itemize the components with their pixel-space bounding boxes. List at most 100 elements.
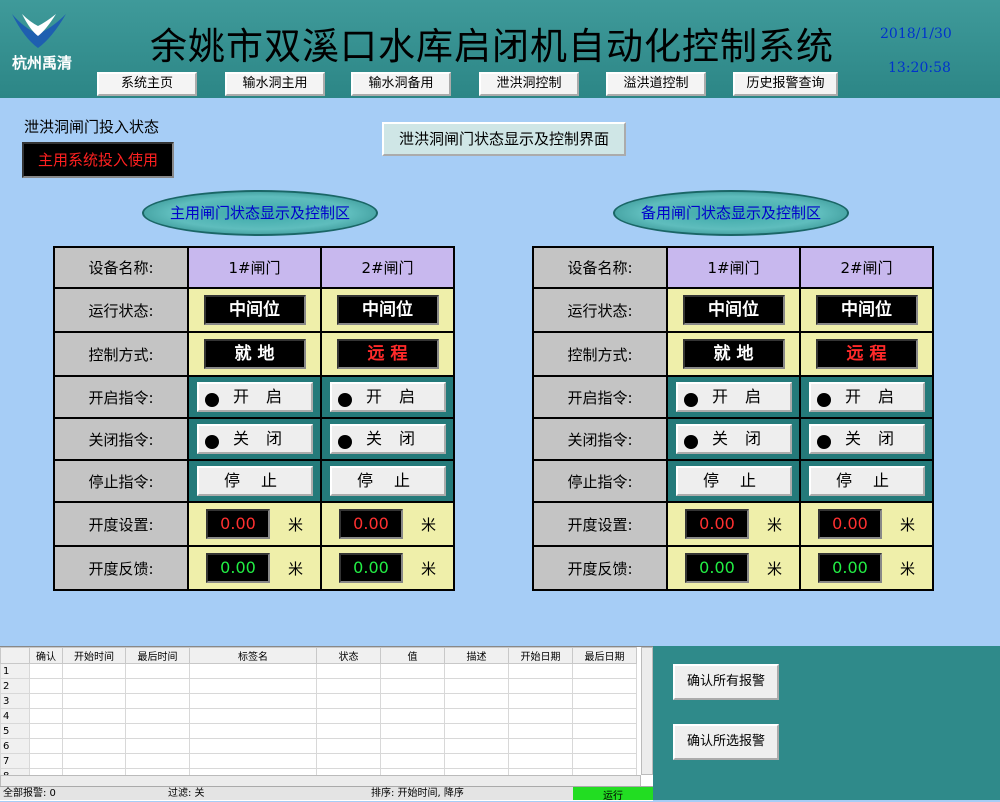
alarm-cell[interactable] xyxy=(189,693,317,709)
alarm-cell[interactable] xyxy=(316,723,381,739)
alarm-cell[interactable] xyxy=(572,693,637,709)
alarm-cell[interactable] xyxy=(508,663,573,679)
alarm-vertical-scrollbar[interactable] xyxy=(641,647,653,775)
alarm-cell[interactable] xyxy=(508,678,573,694)
alarm-cell[interactable] xyxy=(29,738,63,754)
alarm-cell[interactable] xyxy=(572,738,637,754)
ack-selected-alarms-button[interactable]: 确认所选报警 xyxy=(673,724,779,760)
ack-all-alarms-button[interactable]: 确认所有报警 xyxy=(673,664,779,700)
alarm-column-header[interactable]: 标签名 xyxy=(189,647,317,664)
stop-command-button[interactable]: 停 止 xyxy=(196,466,313,496)
alarm-cell[interactable] xyxy=(29,678,63,694)
alarm-cell[interactable] xyxy=(380,678,445,694)
alarm-cell[interactable] xyxy=(316,678,381,694)
alarm-cell[interactable] xyxy=(62,693,126,709)
alarm-cell[interactable] xyxy=(125,723,190,739)
opening-setpoint-input[interactable]: 0.00 xyxy=(205,509,270,539)
alarm-cell[interactable] xyxy=(316,738,381,754)
alarm-cell[interactable] xyxy=(444,753,509,769)
opening-setpoint-input[interactable]: 0.00 xyxy=(817,509,882,539)
alarm-cell[interactable] xyxy=(444,708,509,724)
alarm-cell[interactable] xyxy=(62,663,126,679)
alarm-cell[interactable] xyxy=(62,738,126,754)
alarm-cell[interactable] xyxy=(189,738,317,754)
alarm-cell[interactable] xyxy=(125,753,190,769)
alarm-cell[interactable] xyxy=(380,753,445,769)
alarm-cell[interactable] xyxy=(62,678,126,694)
alarm-cell[interactable] xyxy=(380,738,445,754)
alarm-cell[interactable] xyxy=(572,753,637,769)
alarm-column-header[interactable]: 确认 xyxy=(29,647,63,664)
opening-setpoint-input[interactable]: 0.00 xyxy=(684,509,749,539)
nav-outlet-backup-button[interactable]: 输水洞备用 xyxy=(351,72,451,96)
alarm-cell[interactable] xyxy=(380,723,445,739)
alarm-cell[interactable] xyxy=(189,723,317,739)
alarm-column-header[interactable]: 状态 xyxy=(316,647,381,664)
screen-title-button[interactable]: 泄洪洞闸门状态显示及控制界面 xyxy=(382,122,626,156)
alarm-cell[interactable] xyxy=(125,663,190,679)
open-command-button[interactable]: 开 启 xyxy=(329,382,446,412)
alarm-cell[interactable] xyxy=(572,678,637,694)
close-command-button[interactable]: 关 闭 xyxy=(675,424,792,454)
alarm-cell[interactable] xyxy=(380,693,445,709)
nav-flood-tunnel-button[interactable]: 泄洪洞控制 xyxy=(479,72,579,96)
alarm-cell[interactable] xyxy=(316,708,381,724)
alarm-column-header[interactable]: 开始时间 xyxy=(62,647,126,664)
alarm-cell[interactable] xyxy=(62,753,126,769)
nav-outlet-main-button[interactable]: 输水洞主用 xyxy=(225,72,325,96)
alarm-cell[interactable] xyxy=(508,738,573,754)
alarm-column-header[interactable]: 最后日期 xyxy=(572,647,637,664)
alarm-cell[interactable] xyxy=(444,723,509,739)
alarm-row[interactable]: 4 xyxy=(0,708,637,724)
alarm-row[interactable]: 1 xyxy=(0,663,637,679)
alarm-cell[interactable] xyxy=(189,753,317,769)
alarm-cell[interactable] xyxy=(29,693,63,709)
alarm-cell[interactable] xyxy=(444,693,509,709)
alarm-cell[interactable] xyxy=(125,693,190,709)
alarm-table[interactable]: 确认开始时间最后时间标签名状态值描述开始日期最后日期 12345678 xyxy=(0,646,653,801)
stop-command-button[interactable]: 停 止 xyxy=(675,466,792,496)
alarm-cell[interactable] xyxy=(444,678,509,694)
close-command-button[interactable]: 关 闭 xyxy=(808,424,925,454)
alarm-cell[interactable] xyxy=(572,723,637,739)
nav-spillway-button[interactable]: 溢洪道控制 xyxy=(606,72,706,96)
alarm-cell[interactable] xyxy=(380,663,445,679)
alarm-column-header[interactable]: 最后时间 xyxy=(125,647,190,664)
alarm-column-header[interactable]: 开始日期 xyxy=(508,647,573,664)
alarm-cell[interactable] xyxy=(125,678,190,694)
alarm-cell[interactable] xyxy=(29,753,63,769)
alarm-cell[interactable] xyxy=(62,708,126,724)
alarm-cell[interactable] xyxy=(444,663,509,679)
alarm-row[interactable]: 5 xyxy=(0,723,637,739)
open-command-button[interactable]: 开 启 xyxy=(675,382,792,412)
alarm-cell[interactable] xyxy=(572,708,637,724)
alarm-row[interactable]: 2 xyxy=(0,678,637,694)
alarm-column-header[interactable]: 描述 xyxy=(444,647,509,664)
alarm-cell[interactable] xyxy=(508,693,573,709)
alarm-cell[interactable] xyxy=(316,753,381,769)
stop-command-button[interactable]: 停 止 xyxy=(329,466,446,496)
alarm-cell[interactable] xyxy=(189,663,317,679)
alarm-cell[interactable] xyxy=(189,708,317,724)
alarm-row[interactable]: 6 xyxy=(0,738,637,754)
alarm-cell[interactable] xyxy=(316,663,381,679)
alarm-cell[interactable] xyxy=(508,708,573,724)
alarm-cell[interactable] xyxy=(29,663,63,679)
alarm-cell[interactable] xyxy=(62,723,126,739)
alarm-column-header[interactable]: 值 xyxy=(380,647,445,664)
opening-setpoint-input[interactable]: 0.00 xyxy=(338,509,403,539)
alarm-cell[interactable] xyxy=(444,738,509,754)
alarm-cell[interactable] xyxy=(572,663,637,679)
alarm-cell[interactable] xyxy=(189,678,317,694)
nav-alarm-history-button[interactable]: 历史报警查询 xyxy=(733,72,838,96)
alarm-cell[interactable] xyxy=(29,708,63,724)
stop-command-button[interactable]: 停 止 xyxy=(808,466,925,496)
alarm-cell[interactable] xyxy=(508,723,573,739)
alarm-row[interactable]: 7 xyxy=(0,753,637,769)
alarm-cell[interactable] xyxy=(125,738,190,754)
close-command-button[interactable]: 关 闭 xyxy=(196,424,313,454)
alarm-row[interactable]: 3 xyxy=(0,693,637,709)
alarm-cell[interactable] xyxy=(508,753,573,769)
open-command-button[interactable]: 开 启 xyxy=(196,382,313,412)
alarm-cell[interactable] xyxy=(380,708,445,724)
